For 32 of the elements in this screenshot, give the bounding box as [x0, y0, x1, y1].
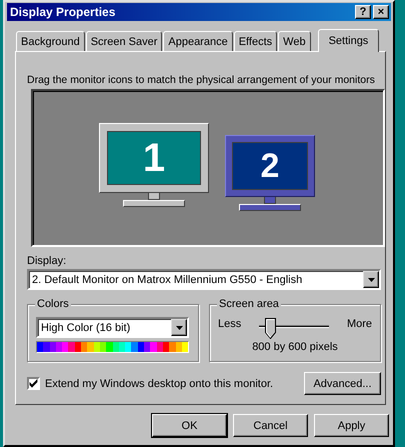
- tab[interactable]: Effects: [234, 31, 278, 51]
- resolution-text: 800 by 600 pixels: [251, 341, 339, 353]
- tab[interactable]: Web: [278, 31, 311, 51]
- monitor-number: 1: [142, 138, 166, 178]
- window-title: Display Properties: [10, 5, 116, 19]
- slider-thumb[interactable]: [264, 318, 276, 339]
- colors-dropdown[interactable]: High Color (16 bit): [36, 317, 189, 338]
- display-dropdown[interactable]: 2. Default Monitor on Matrox Millennium G550 - English: [27, 269, 381, 290]
- less-label: Less: [218, 318, 242, 330]
- more-label: More: [346, 318, 372, 330]
- group-title: Screen area: [217, 298, 281, 310]
- dropdown-arrow-icon: [368, 278, 374, 282]
- monitor-number: 2: [260, 149, 280, 183]
- tab[interactable]: Settings: [318, 29, 380, 52]
- checkbox-label: Extend my Windows desktop onto this monitor.: [45, 378, 274, 390]
- tab[interactable]: Appearance: [163, 31, 233, 51]
- monitor-stand: [239, 197, 301, 211]
- dropdown-arrow-icon: [176, 326, 182, 330]
- dialog-button[interactable]: Cancel: [233, 414, 308, 437]
- group-title: Colors: [35, 298, 71, 310]
- display-label: Display:: [27, 255, 68, 267]
- dialog-button[interactable]: Apply: [314, 414, 389, 437]
- advanced-button[interactable]: Advanced...: [304, 372, 381, 395]
- help-button[interactable]: ?: [355, 5, 371, 19]
- checkbox[interactable]: [27, 377, 40, 390]
- close-button[interactable]: ×: [373, 5, 389, 19]
- tab[interactable]: Background: [16, 31, 85, 51]
- tab[interactable]: Screen Saver: [86, 31, 162, 51]
- resolution-slider[interactable]: [259, 320, 330, 342]
- dialog-button[interactable]: OK: [152, 414, 227, 437]
- instruction-text: Drag the monitor icons to match the physical arrangement of your monitors: [27, 74, 376, 86]
- monitor-stand: [123, 193, 185, 207]
